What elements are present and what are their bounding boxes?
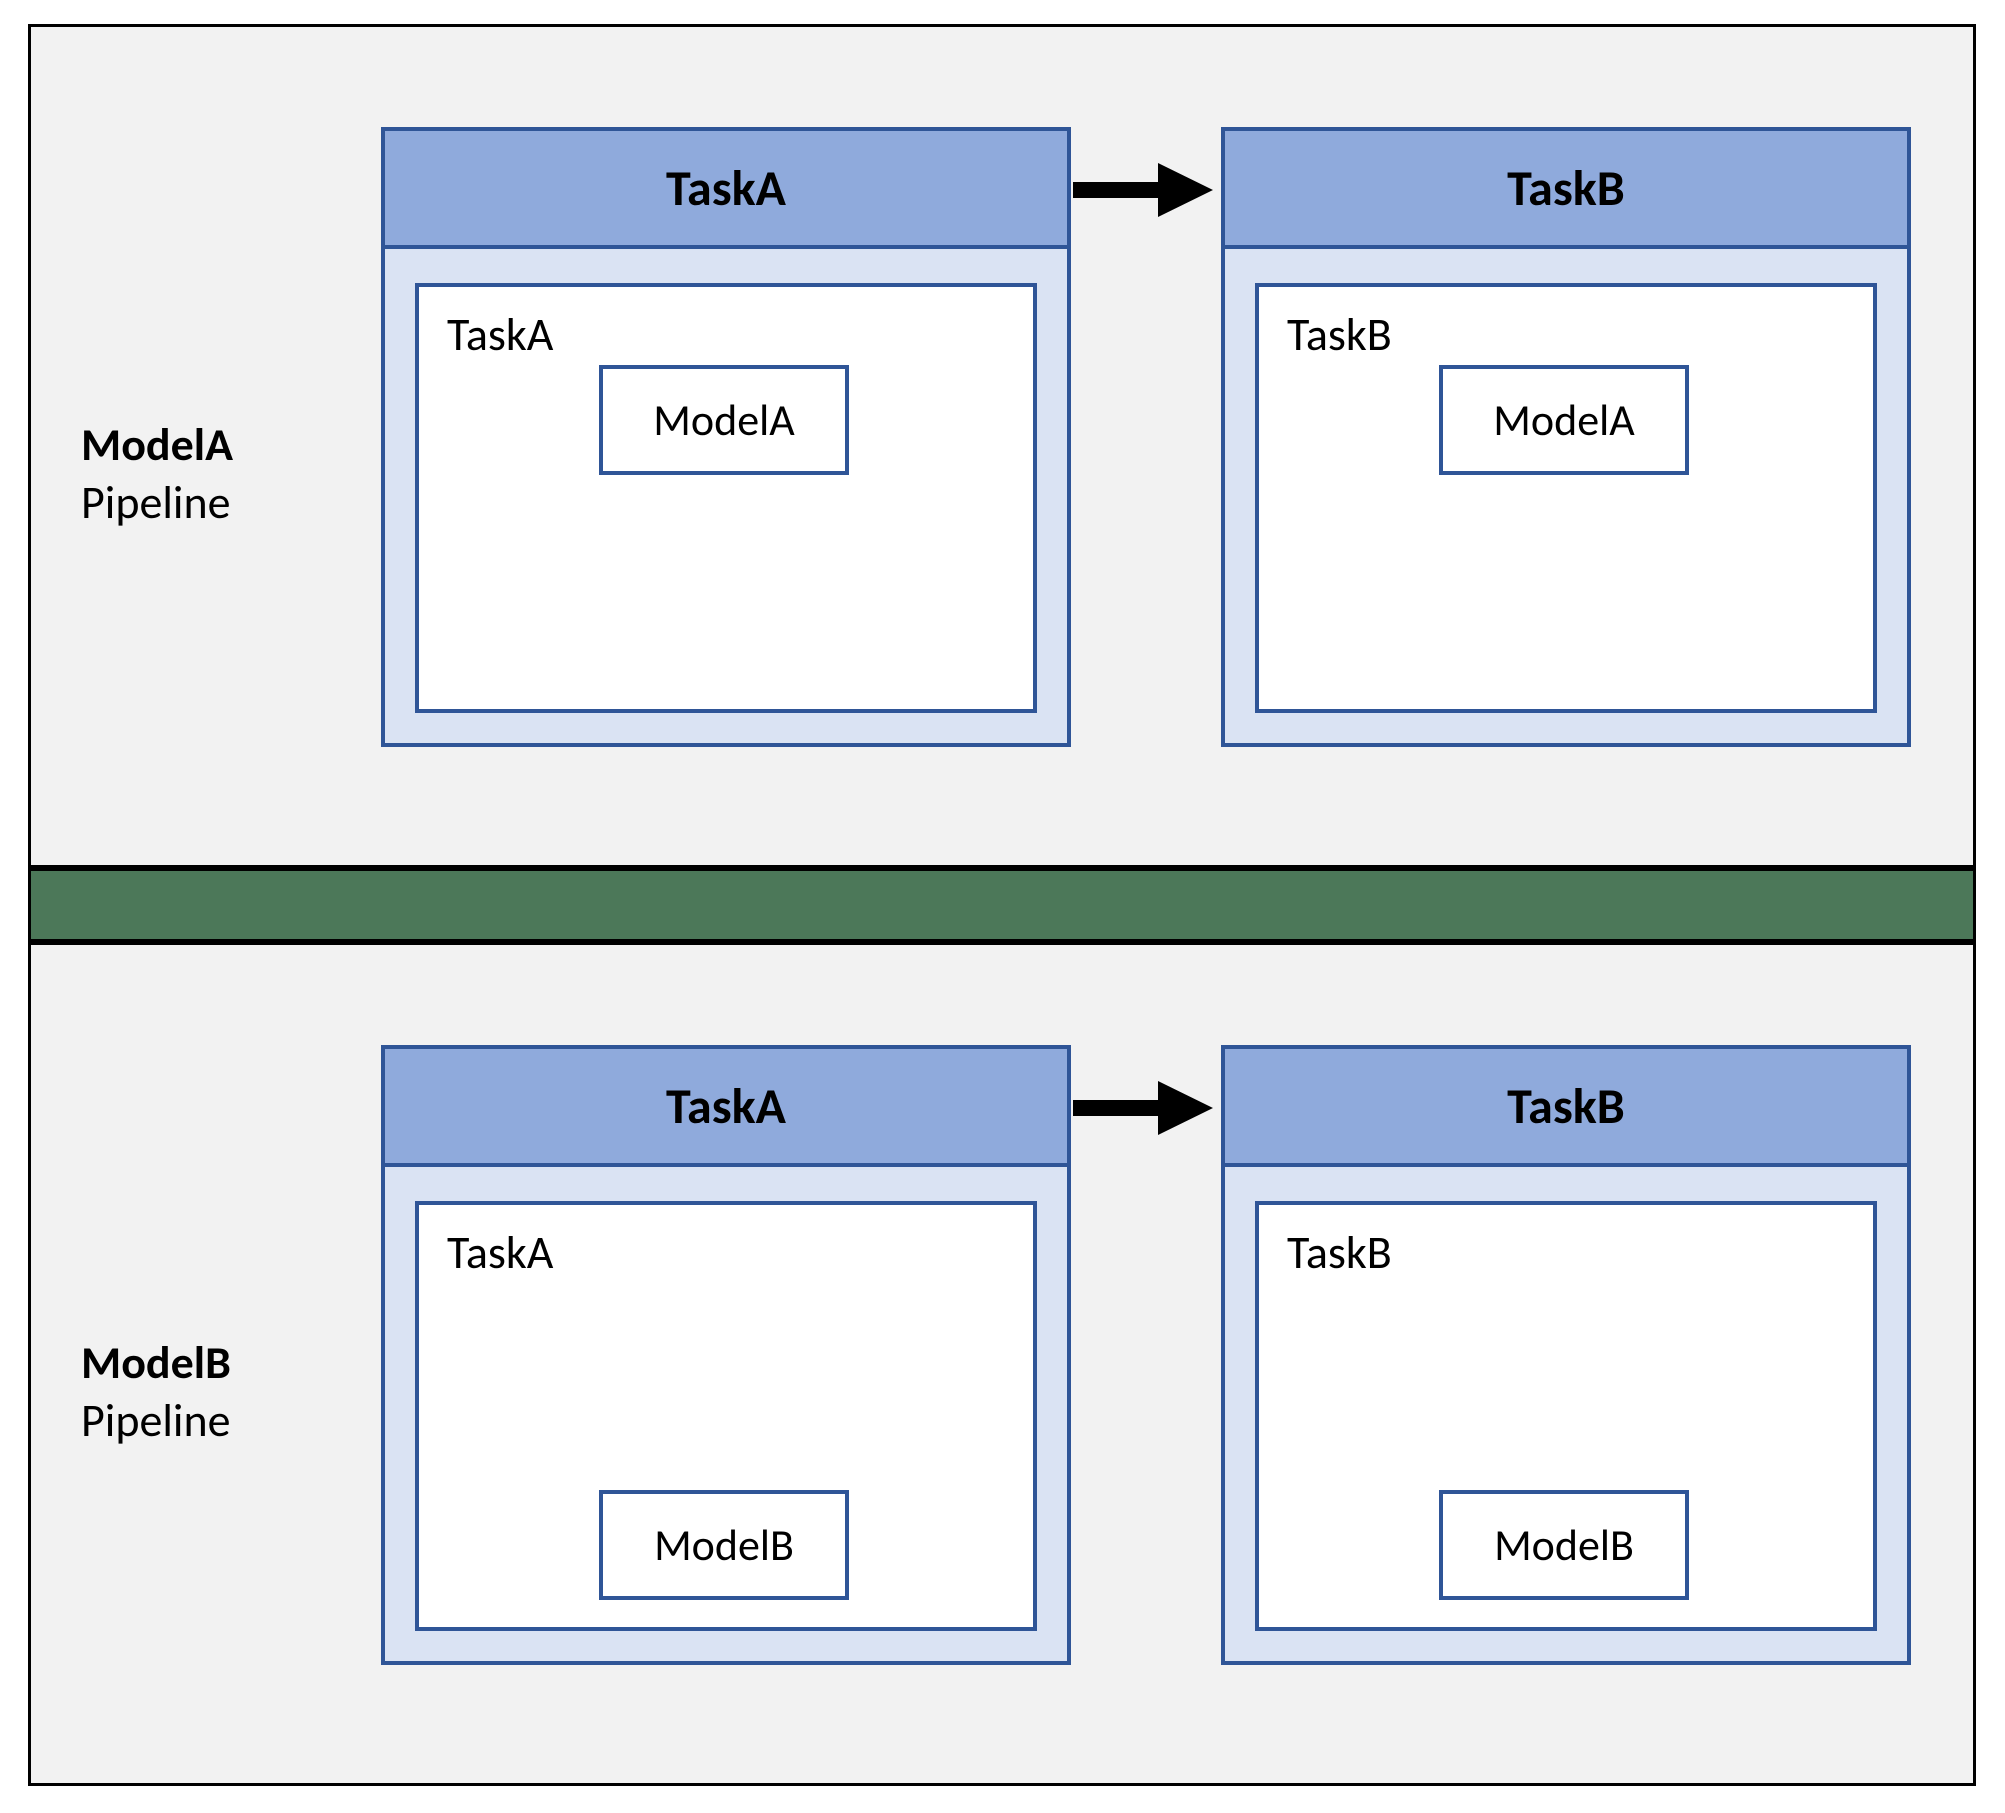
separator-bar <box>28 868 1976 942</box>
pipeline-label-modelb: ModelB Pipeline <box>81 1335 231 1450</box>
task-box-modela-taska: TaskA TaskA ModelA <box>381 127 1071 747</box>
pipeline-label-bold: ModelB <box>81 1335 231 1393</box>
task-box-modelb-taskb: TaskB TaskB ModelB <box>1221 1045 1911 1665</box>
task-header: TaskB <box>1225 1049 1907 1167</box>
task-body: TaskA ModelA <box>415 283 1037 713</box>
pipeline-panel-modelb: ModelB Pipeline TaskA TaskA ModelB TaskB… <box>28 942 1976 1786</box>
task-body-label: TaskB <box>1287 1225 1392 1281</box>
pipeline-label-modela: ModelA Pipeline <box>81 417 233 532</box>
pipeline-label-normal: Pipeline <box>81 1393 231 1451</box>
pipeline-label-normal: Pipeline <box>81 475 233 533</box>
task-box-modelb-taska: TaskA TaskA ModelB <box>381 1045 1071 1665</box>
task-body: TaskA ModelB <box>415 1201 1037 1631</box>
pipeline-label-bold: ModelA <box>81 417 233 475</box>
task-body-label: TaskA <box>447 307 553 363</box>
task-header: TaskB <box>1225 131 1907 249</box>
task-body: TaskB ModelA <box>1255 283 1877 713</box>
arrow-icon <box>1073 1073 1213 1143</box>
task-body: TaskB ModelB <box>1255 1201 1877 1631</box>
task-header: TaskA <box>385 131 1067 249</box>
pipeline-panel-modela: ModelA Pipeline TaskA TaskA ModelA TaskB… <box>28 24 1976 868</box>
model-chip: ModelB <box>599 1490 849 1600</box>
diagram-canvas: ModelA Pipeline TaskA TaskA ModelA TaskB… <box>0 0 2005 1813</box>
arrow-icon <box>1073 155 1213 225</box>
model-chip: ModelB <box>1439 1490 1689 1600</box>
task-body-label: TaskB <box>1287 307 1392 363</box>
model-chip: ModelA <box>1439 365 1689 475</box>
task-box-modela-taskb: TaskB TaskB ModelA <box>1221 127 1911 747</box>
model-chip: ModelA <box>599 365 849 475</box>
task-body-label: TaskA <box>447 1225 553 1281</box>
task-header: TaskA <box>385 1049 1067 1167</box>
